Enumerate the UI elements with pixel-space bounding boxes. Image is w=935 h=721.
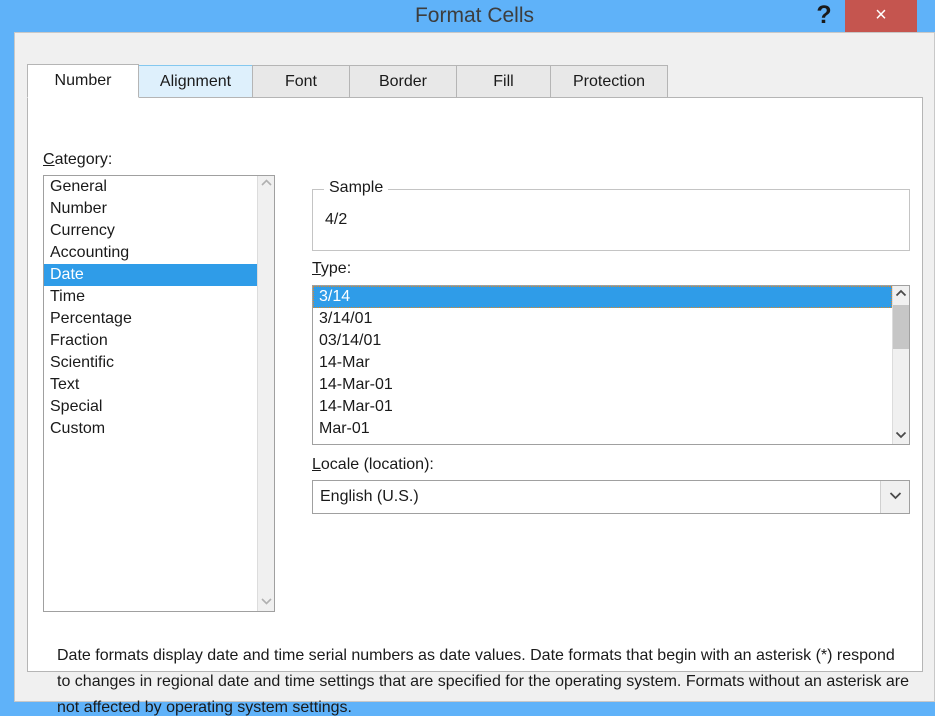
- format-cells-dialog: Format Cells ? × Number Alignment Font Bord…: [0, 0, 935, 716]
- sample-groupbox: [312, 189, 910, 251]
- list-item[interactable]: 14-Mar-01: [313, 374, 892, 396]
- tab-label: Protection: [572, 73, 646, 90]
- category-label: Category:: [43, 151, 113, 168]
- tab-label: Alignment: [159, 73, 232, 90]
- category-items: General Number Currency Accounting Date Time P…: [44, 176, 257, 611]
- list-item[interactable]: 3/14/01: [313, 308, 892, 330]
- tab-alignment[interactable]: Alignment: [138, 65, 253, 98]
- list-item[interactable]: General: [44, 176, 257, 198]
- type-label: Type:: [312, 260, 352, 277]
- tab-strip: Number Alignment Font Border Fill Protection: [27, 64, 923, 98]
- category-listbox[interactable]: General Number Currency Accounting Date Time P…: [43, 175, 275, 612]
- list-item[interactable]: Special: [44, 396, 257, 418]
- category-scrollbar[interactable]: [257, 176, 274, 611]
- locale-label: Locale (location):: [312, 456, 434, 473]
- scroll-down-icon[interactable]: [893, 427, 909, 444]
- title-bar: Format Cells ? ×: [0, 0, 935, 32]
- scroll-down-icon[interactable]: [258, 594, 274, 611]
- list-item[interactable]: Scientific: [44, 352, 257, 374]
- type-listbox[interactable]: 3/14 3/14/01 03/14/01 14-Mar 14-Mar-01 14-Mar…: [312, 285, 910, 445]
- tab-font[interactable]: Font: [252, 65, 350, 98]
- list-item[interactable]: Number: [44, 198, 257, 220]
- list-item[interactable]: 3/14: [313, 286, 892, 308]
- locale-value: English (U.S.): [320, 488, 419, 505]
- tab-label: Border: [378, 73, 428, 90]
- tab-label: Font: [284, 73, 317, 90]
- scroll-thumb[interactable]: [893, 305, 909, 349]
- tab-border[interactable]: Border: [349, 65, 457, 98]
- list-item[interactable]: 14-Mar: [313, 352, 892, 374]
- list-item[interactable]: Custom: [44, 418, 257, 440]
- dialog-body: Number Alignment Font Border Fill Protection …: [14, 32, 935, 716]
- locale-combobox[interactable]: English (U.S.): [312, 480, 910, 514]
- list-item[interactable]: Date: [44, 264, 257, 286]
- tab-protection[interactable]: Protection: [550, 65, 668, 98]
- list-item[interactable]: Currency: [44, 220, 257, 242]
- close-icon: ×: [875, 4, 887, 26]
- tab-label: Fill: [493, 73, 514, 90]
- sample-value: 4/2: [325, 211, 348, 228]
- tab-number[interactable]: Number: [27, 64, 139, 98]
- scroll-up-icon[interactable]: [893, 286, 909, 303]
- dialog-title: Format Cells: [414, 4, 535, 27]
- list-item[interactable]: Text: [44, 374, 257, 396]
- scroll-up-icon[interactable]: [258, 176, 274, 193]
- list-item[interactable]: 14-Mar-01: [313, 396, 892, 418]
- close-button[interactable]: ×: [845, 0, 917, 32]
- list-item[interactable]: Accounting: [44, 242, 257, 264]
- sample-legend: Sample: [324, 179, 389, 197]
- list-item[interactable]: 03/14/01: [313, 330, 892, 352]
- description-text: Date formats display date and time seria…: [57, 647, 910, 716]
- type-scrollbar[interactable]: [892, 286, 909, 444]
- chevron-down-icon[interactable]: [880, 481, 909, 513]
- tab-fill[interactable]: Fill: [456, 65, 551, 98]
- list-item[interactable]: Percentage: [44, 308, 257, 330]
- list-item[interactable]: Fraction: [44, 330, 257, 352]
- type-items: 3/14 3/14/01 03/14/01 14-Mar 14-Mar-01 14-Mar…: [313, 286, 892, 444]
- tab-label: Number: [54, 72, 112, 89]
- list-item[interactable]: Time: [44, 286, 257, 308]
- list-item[interactable]: Mar-01: [313, 418, 892, 440]
- help-icon[interactable]: ?: [806, 0, 842, 32]
